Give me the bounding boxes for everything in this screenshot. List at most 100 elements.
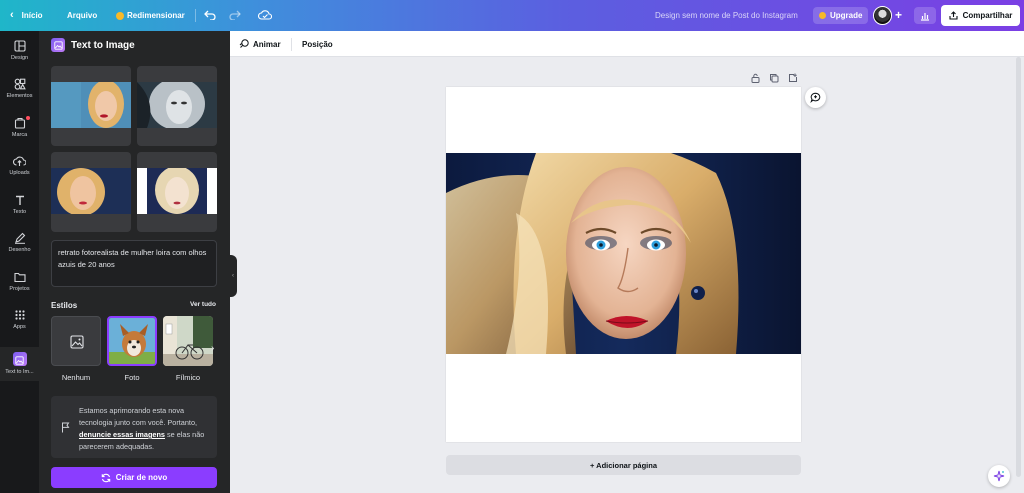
rail-label: Text to Im...	[5, 369, 34, 375]
style-name: Nenhum	[61, 373, 91, 382]
top-bar: ‹ Início Arquivo Redimensionar Design se…	[0, 0, 1024, 31]
share-button[interactable]: Compartilhar	[941, 5, 1020, 26]
collapse-panel-handle[interactable]: ‹	[229, 255, 237, 297]
styles-heading: Estilos	[51, 301, 78, 310]
position-button[interactable]: Posição	[302, 40, 333, 49]
portrait-thumbnail	[137, 168, 217, 214]
rail-label: Projetos	[9, 286, 30, 292]
generated-image-3[interactable]	[51, 152, 131, 232]
portrait-thumbnail	[51, 82, 131, 128]
resize-button[interactable]: Redimensionar	[116, 11, 185, 20]
divider	[291, 38, 292, 51]
text-to-image-app-icon	[51, 38, 65, 52]
bicycle-photo-thumbnail	[163, 316, 213, 366]
text-icon	[15, 195, 24, 205]
design-title[interactable]: Design sem nome de Post do Instagram	[655, 11, 798, 20]
cloud-saved-icon[interactable]	[258, 8, 272, 22]
home-label: Início	[21, 10, 43, 20]
share-label: Compartilhar	[962, 11, 1013, 20]
lock-icon[interactable]	[749, 72, 761, 84]
home-button[interactable]: ‹ Início	[10, 9, 43, 21]
left-rail: Design Elementos Marca Uploads Texto Des…	[0, 31, 39, 493]
generated-image-1[interactable]	[51, 66, 131, 146]
plus-icon[interactable]: +	[895, 8, 902, 22]
portrait-thumbnail	[137, 82, 217, 128]
text-to-image-app-icon	[12, 352, 27, 366]
dog-photo-thumbnail	[109, 318, 155, 364]
style-option-none[interactable]	[51, 316, 101, 366]
create-again-button[interactable]: Criar de novo	[51, 467, 217, 488]
rail-label: Texto	[12, 209, 27, 215]
rail-label: Design	[10, 55, 29, 61]
magic-assistant-button[interactable]	[988, 465, 1010, 487]
file-menu-button[interactable]: Arquivo	[67, 11, 97, 20]
upgrade-button[interactable]: Upgrade	[813, 7, 869, 24]
insights-button[interactable]	[914, 7, 936, 24]
avatar[interactable]	[873, 6, 892, 25]
upload-share-icon	[949, 11, 958, 20]
create-again-label: Criar de novo	[115, 473, 168, 482]
layout-icon	[13, 40, 26, 52]
refresh-icon	[101, 473, 110, 482]
rail-item-apps[interactable]: Apps	[0, 306, 39, 340]
prompt-textarea[interactable]: retrato fotorealista de mulher loira com…	[51, 240, 217, 287]
add-page-icon[interactable]	[787, 72, 799, 84]
grid-icon	[14, 310, 25, 320]
rail-item-projects[interactable]: Projetos	[0, 268, 39, 302]
notice-text-part: Estamos aprimorando esta nova tecnologia…	[79, 406, 198, 427]
redo-icon[interactable]	[228, 8, 242, 22]
shapes-icon	[14, 78, 26, 90]
divider	[195, 9, 196, 22]
undo-icon[interactable]	[203, 8, 217, 22]
notice-text: Estamos aprimorando esta nova tecnologia…	[79, 405, 213, 453]
flag-icon	[62, 422, 70, 433]
generated-image-4[interactable]	[137, 152, 217, 232]
rail-item-draw[interactable]: Desenho	[0, 229, 39, 263]
image-placeholder-icon	[70, 335, 84, 349]
scrollbar-thumb[interactable]	[1016, 57, 1021, 477]
panel-header: Text to Image	[51, 38, 135, 52]
pen-icon	[14, 232, 25, 244]
style-name: Fílmico	[175, 373, 201, 382]
rail-item-elements[interactable]: Elementos	[0, 75, 39, 109]
style-option-filmic[interactable]	[163, 316, 213, 366]
animate-label: Animar	[253, 39, 281, 49]
cloud-upload-icon	[13, 156, 26, 166]
rail-label: Uploads	[9, 170, 30, 176]
rail-item-text[interactable]: Texto	[0, 191, 39, 225]
rail-label: Desenho	[8, 247, 31, 253]
portrait-thumbnail	[51, 168, 131, 214]
rail-item-uploads[interactable]: Uploads	[0, 152, 39, 186]
vertical-scrollbar[interactable]	[1016, 57, 1021, 477]
style-option-photo[interactable]	[107, 316, 157, 366]
rail-label: Elementos	[6, 93, 33, 99]
chevron-left-icon: ‹	[10, 9, 14, 21]
add-comment-button[interactable]	[805, 87, 826, 108]
animate-icon	[239, 39, 249, 48]
folder-icon	[13, 272, 26, 283]
duplicate-page-icon[interactable]	[768, 72, 780, 84]
chevron-right-icon[interactable]: ›	[211, 343, 214, 354]
animate-button[interactable]: Animar	[239, 39, 281, 49]
feedback-notice: Estamos aprimorando esta nova tecnologia…	[51, 396, 217, 458]
generated-portrait-image[interactable]	[446, 153, 801, 354]
add-page-button[interactable]: + Adicionar página	[446, 455, 801, 475]
report-images-link[interactable]: denuncie essas imagens	[79, 430, 165, 439]
rail-label: Marca	[11, 132, 28, 138]
style-name: Foto	[124, 373, 140, 382]
brand-icon	[14, 117, 25, 129]
sparkle-icon	[993, 470, 1005, 482]
see-all-link[interactable]: Ver tudo	[190, 301, 216, 308]
upgrade-label: Upgrade	[830, 11, 863, 20]
context-toolbar: Animar Posição	[230, 31, 1024, 57]
resize-label: Redimensionar	[127, 11, 185, 20]
rail-item-text-to-image[interactable]: Text to Im...	[0, 347, 39, 381]
crown-icon	[116, 11, 124, 20]
crown-icon	[819, 12, 826, 19]
comment-icon	[810, 92, 821, 103]
generated-image-2[interactable]	[137, 66, 217, 146]
rail-item-design[interactable]: Design	[0, 37, 39, 71]
text-to-image-panel: Text to Image retrato fotorealista de mu…	[39, 31, 230, 493]
rail-item-brand[interactable]: Marca	[0, 114, 39, 148]
rail-label: Apps	[13, 324, 26, 330]
